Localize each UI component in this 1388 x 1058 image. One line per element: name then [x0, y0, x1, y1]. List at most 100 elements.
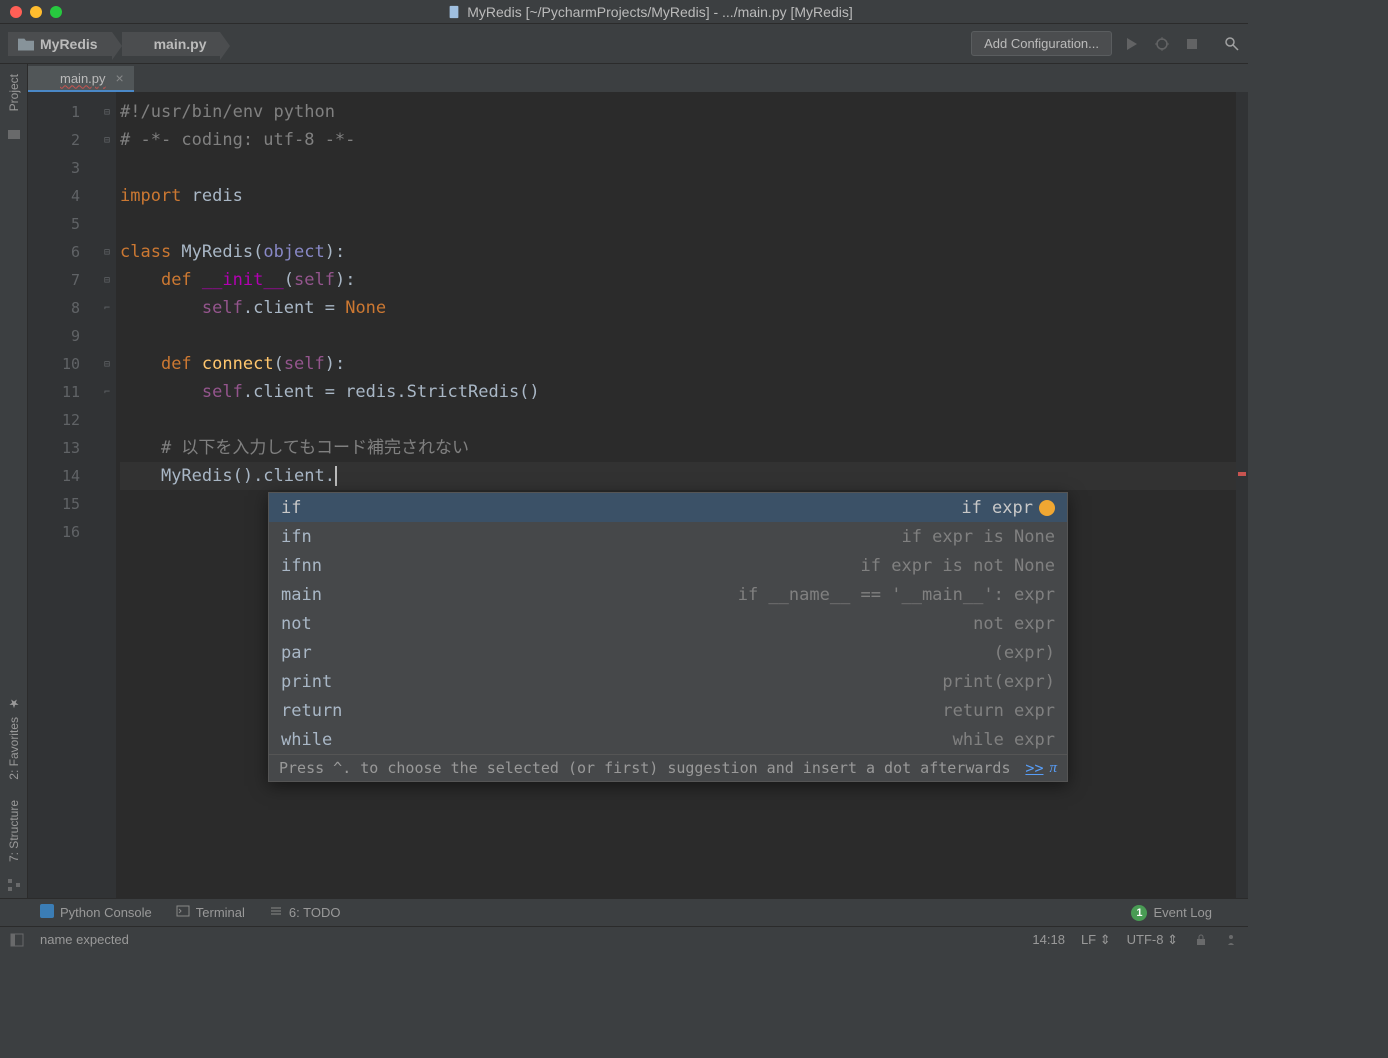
code-text: None: [345, 298, 386, 318]
status-message: name expected: [40, 932, 129, 947]
code-text: ):: [335, 270, 355, 290]
completion-left: print: [281, 672, 332, 692]
line-number: 15: [28, 490, 98, 518]
star-icon: ★: [7, 697, 21, 711]
completion-hint-link[interactable]: >>: [1025, 759, 1043, 777]
code-text: redis: [181, 186, 242, 206]
fold-marker[interactable]: ⊟: [98, 350, 116, 378]
search-icon[interactable]: [1224, 36, 1240, 52]
completion-hint-text: Press ^. to choose the selected (or firs…: [279, 759, 1011, 777]
event-log-tab[interactable]: 1 Event Log: [1131, 905, 1212, 921]
code-text: (: [284, 270, 294, 290]
folder-icon: [18, 37, 34, 51]
completion-item[interactable]: mainif __name__ == '__main__': expr: [269, 580, 1067, 609]
line-number: 9: [28, 322, 98, 350]
completion-right: (expr): [994, 643, 1055, 663]
completion-right: print(expr): [942, 672, 1055, 692]
code-text: (: [274, 354, 284, 374]
pi-icon[interactable]: π: [1049, 760, 1057, 777]
python-console-tab[interactable]: Python Console: [40, 904, 152, 921]
editor-body[interactable]: 1 2 3 4 5 6 7 8 9 10 11 12 13 14 15 16 ⊟…: [28, 92, 1248, 898]
editor-area: main.py × 1 2 3 4 5 6 7 8 9 10 11 12 13 …: [28, 64, 1248, 898]
code-text: MyRedis().client.: [161, 466, 335, 486]
completion-left: not: [281, 614, 312, 634]
python-console-label: Python Console: [60, 905, 152, 920]
code-text: ):: [325, 242, 345, 262]
completion-item[interactable]: returnreturn expr: [269, 696, 1067, 725]
code-text: #!/usr/bin/env python: [120, 102, 335, 122]
completion-right: if expr: [961, 498, 1033, 518]
completion-item[interactable]: par(expr): [269, 638, 1067, 667]
breadcrumb-file[interactable]: main.py: [122, 32, 221, 56]
completion-right: while expr: [953, 730, 1055, 750]
breadcrumb-project-label: MyRedis: [40, 36, 98, 52]
code-text: self: [202, 298, 243, 318]
window-title-text: MyRedis [~/PycharmProjects/MyRedis] - ..…: [467, 4, 853, 20]
window-title: MyRedis [~/PycharmProjects/MyRedis] - ..…: [62, 4, 1238, 20]
editor-tab-label: main.py: [60, 71, 106, 86]
line-number: 8: [28, 294, 98, 322]
python-file-icon: [38, 70, 54, 86]
structure-icon[interactable]: [7, 878, 21, 892]
completion-item[interactable]: while while expr: [269, 725, 1067, 754]
hector-icon[interactable]: [1224, 933, 1238, 947]
code-text: class: [120, 242, 181, 262]
bottom-tool-bar: Python Console Terminal 6: TODO 1 Event …: [0, 898, 1248, 926]
editor-tab-main[interactable]: main.py ×: [28, 66, 134, 92]
error-marker[interactable]: [1238, 472, 1246, 476]
add-configuration-button[interactable]: Add Configuration...: [971, 31, 1112, 56]
code-text: .client = redis.StrictRedis(): [243, 382, 540, 402]
line-number: 10: [28, 350, 98, 378]
completion-right: if __name__ == '__main__': expr: [738, 585, 1055, 605]
completion-item[interactable]: print print(expr): [269, 667, 1067, 696]
file-encoding[interactable]: UTF-8 ⇕: [1127, 932, 1178, 948]
code-text: object: [263, 242, 324, 262]
stop-icon[interactable]: [1184, 36, 1200, 52]
favorites-tool-tab[interactable]: 2: Favorites ★: [3, 687, 25, 790]
todo-tab[interactable]: 6: TODO: [269, 904, 341, 921]
breadcrumb: MyRedis main.py: [8, 32, 220, 56]
completion-item[interactable]: if if expr: [269, 493, 1067, 522]
fold-marker[interactable]: ⊟: [98, 98, 116, 126]
completion-item[interactable]: not not expr: [269, 609, 1067, 638]
favorites-tab-label: 2: Favorites: [7, 717, 21, 780]
line-number: 16: [28, 518, 98, 546]
completion-left: while: [281, 730, 332, 750]
minimize-window-button[interactable]: [30, 6, 42, 18]
structure-tool-tab[interactable]: 7: Structure: [3, 790, 25, 872]
terminal-icon: [176, 904, 190, 921]
fold-marker[interactable]: ⊟: [98, 126, 116, 154]
run-icon[interactable]: [1124, 36, 1140, 52]
completion-right: if expr is not None: [861, 556, 1055, 576]
completion-item[interactable]: ifnif expr is None: [269, 522, 1067, 551]
fold-marker[interactable]: ⊟: [98, 238, 116, 266]
line-number: 11: [28, 378, 98, 406]
left-tool-rail: Project 2: Favorites ★ 7: Structure: [0, 64, 28, 898]
status-bar: name expected 14:18 LF ⇕ UTF-8 ⇕: [0, 926, 1248, 952]
project-tool-tab[interactable]: Project: [3, 64, 25, 121]
project-icon[interactable]: [7, 127, 21, 141]
code-text: import: [120, 186, 181, 206]
completion-item[interactable]: ifnnif expr is not None: [269, 551, 1067, 580]
tool-window-icon[interactable]: [10, 933, 24, 947]
fold-end: ⌐: [98, 294, 116, 322]
caret-position[interactable]: 14:18: [1032, 932, 1065, 947]
fold-marker[interactable]: ⊟: [98, 266, 116, 294]
breadcrumb-project[interactable]: MyRedis: [8, 32, 112, 56]
completion-right: if expr is None: [901, 527, 1055, 547]
python-icon: [40, 904, 54, 921]
completion-hint: Press ^. to choose the selected (or firs…: [269, 754, 1067, 781]
terminal-label: Terminal: [196, 905, 245, 920]
code-text: __init__: [202, 270, 284, 290]
debug-icon[interactable]: [1154, 36, 1170, 52]
close-window-button[interactable]: [10, 6, 22, 18]
close-tab-icon[interactable]: ×: [116, 70, 124, 86]
maximize-window-button[interactable]: [50, 6, 62, 18]
error-strip[interactable]: [1236, 92, 1248, 898]
completion-right: not expr: [973, 614, 1055, 634]
event-log-badge: 1: [1131, 905, 1147, 921]
python-file-icon: [132, 36, 148, 52]
lock-icon[interactable]: [1194, 933, 1208, 947]
line-separator[interactable]: LF ⇕: [1081, 932, 1111, 948]
terminal-tab[interactable]: Terminal: [176, 904, 245, 921]
